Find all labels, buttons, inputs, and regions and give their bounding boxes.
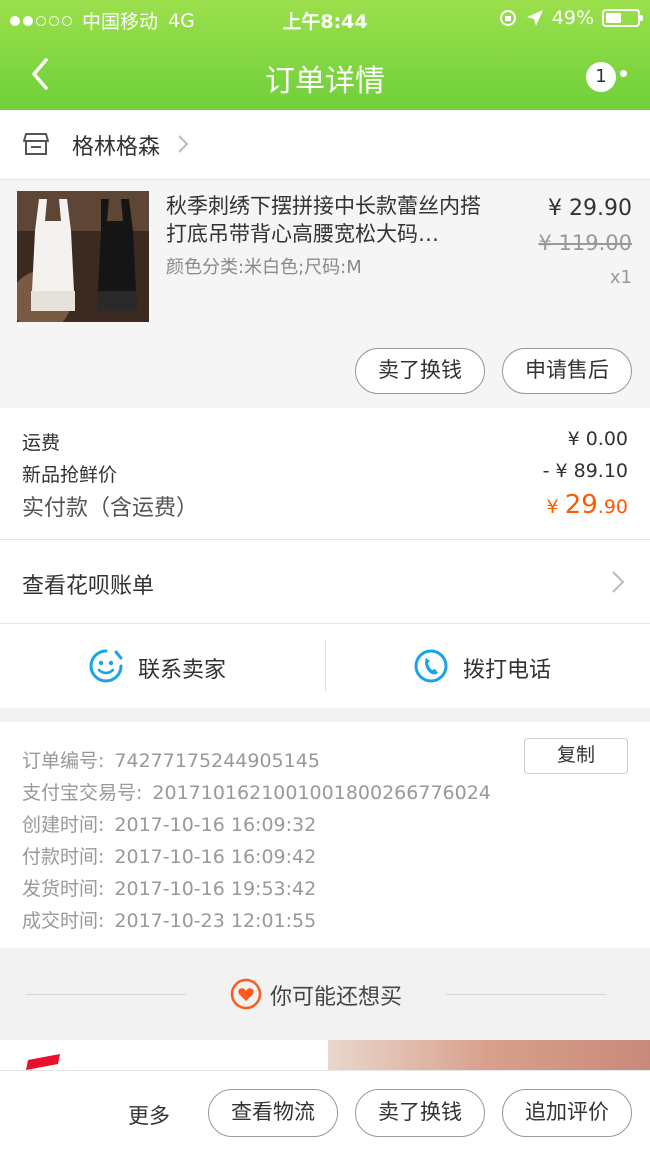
resell-button[interactable]: 卖了换钱 xyxy=(355,1089,485,1137)
copy-button[interactable]: 复制 xyxy=(524,738,628,774)
order-info: 订单编号: 74277175244905145 支付宝交易号: 2017101621… xyxy=(0,722,650,948)
alipay-trade-row: 支付宝交易号: 2017101621001001800266776024 xyxy=(22,778,491,805)
chevron-right-icon xyxy=(612,571,625,593)
call-phone-button[interactable]: 拨打电话 xyxy=(325,624,650,708)
more-button[interactable]: 更多 xyxy=(128,1100,170,1130)
page-title: 订单详情 xyxy=(265,64,385,99)
product-image[interactable] xyxy=(17,191,149,322)
discount-value: - ¥ 89.10 xyxy=(542,460,628,482)
divider xyxy=(446,994,606,995)
bottom-action-bar: 更多 查看物流 卖了换钱 追加评价 xyxy=(0,1070,650,1156)
more-options-button[interactable]: 1 xyxy=(586,62,630,92)
shipping-value: ¥ 0.00 xyxy=(567,428,628,450)
paid-time: 2017-10-16 16:09:42 xyxy=(114,846,317,868)
heart-icon xyxy=(230,978,262,1010)
info-label: 成交时间: xyxy=(22,910,105,932)
contact-bar: 联系卖家 拨打电话 xyxy=(0,624,650,708)
battery-level xyxy=(606,13,621,23)
fee-summary: 运费 ¥ 0.00 新品抢鲜价 - ¥ 89.10 实付款（含运费） ¥ 29.… xyxy=(0,408,650,540)
contact-seller-label: 联系卖家 xyxy=(138,658,227,683)
recommend-item[interactable] xyxy=(0,1040,322,1070)
shipping-label: 运费 xyxy=(22,432,61,454)
product-title[interactable]: 秋季刺绣下摆拼接中长款蕾丝内搭打底吊带背心高腰宽松大码… xyxy=(166,192,496,248)
add-review-button[interactable]: 追加评价 xyxy=(502,1089,632,1137)
shipped-time: 2017-10-16 19:53:42 xyxy=(114,878,317,900)
info-label: 支付宝交易号: xyxy=(22,782,143,804)
completed-time-row: 成交时间: 2017-10-23 12:01:55 xyxy=(22,906,316,933)
completed-time: 2017-10-23 12:01:55 xyxy=(114,910,317,932)
created-time-row: 创建时间: 2017-10-16 16:09:32 xyxy=(22,810,316,837)
status-bar: 中国移动 4G 上午8:44 49% xyxy=(0,0,650,38)
shipped-time-row: 发货时间: 2017-10-16 19:53:42 xyxy=(22,874,316,901)
order-number: 74277175244905145 xyxy=(114,750,320,772)
paid-amount: ¥ 29.90 xyxy=(547,490,628,520)
notification-badge: 1 xyxy=(586,62,616,92)
product-spec: 颜色分类:米白色;尺码:M xyxy=(166,257,362,278)
paid-time-row: 付款时间: 2017-10-16 16:09:42 xyxy=(22,842,316,869)
divider xyxy=(26,994,186,995)
huabei-bill-row[interactable]: 查看花呗账单 xyxy=(0,540,650,624)
orientation-lock-icon xyxy=(499,10,516,26)
info-label: 付款时间: xyxy=(22,846,105,868)
after-sales-button[interactable]: 申请售后 xyxy=(502,348,632,394)
shop-name: 格林格森 xyxy=(72,135,161,160)
order-number-row: 订单编号: 74277175244905145 xyxy=(22,746,320,773)
recommend-item[interactable] xyxy=(328,1040,650,1070)
paid-decimal: .90 xyxy=(597,496,628,518)
view-logistics-button[interactable]: 查看物流 xyxy=(208,1089,338,1137)
resell-button[interactable]: 卖了换钱 xyxy=(355,348,485,394)
discount-label: 新品抢鲜价 xyxy=(22,464,118,486)
call-phone-label: 拨打电话 xyxy=(463,658,552,683)
header: 中国移动 4G 上午8:44 49% 订单详情 1 xyxy=(0,0,650,110)
product-quantity: x1 xyxy=(609,267,632,288)
recommend-title: 你可能还想买 xyxy=(270,985,403,1010)
location-arrow-icon xyxy=(526,10,543,26)
info-label: 发货时间: xyxy=(22,878,105,900)
chat-face-icon xyxy=(89,649,123,683)
paid-label: 实付款（含运费） xyxy=(22,496,199,521)
original-price: ¥ 119.00 xyxy=(538,231,632,255)
chevron-right-icon xyxy=(178,135,189,153)
info-label: 订单编号: xyxy=(22,750,105,772)
battery-icon xyxy=(602,9,643,27)
alipay-trade-number: 2017101621001001800266776024 xyxy=(152,782,491,804)
product-price: ¥ 29.90 xyxy=(548,196,632,221)
store-icon xyxy=(23,133,49,155)
battery-percent: 49% xyxy=(551,7,594,29)
paid-integer: 29 xyxy=(564,490,598,520)
huabei-label: 查看花呗账单 xyxy=(22,574,155,599)
product-image xyxy=(26,1054,60,1070)
recommend-grid xyxy=(0,1040,650,1070)
paid-currency: ¥ xyxy=(546,496,565,518)
recommend-header: 你可能还想买 xyxy=(0,948,650,1040)
info-label: 创建时间: xyxy=(22,814,105,836)
phone-icon xyxy=(414,649,448,683)
created-time: 2017-10-16 16:09:32 xyxy=(114,814,317,836)
nav-bar: 订单详情 1 xyxy=(0,38,650,110)
shop-row[interactable]: 格林格森 xyxy=(0,110,650,180)
product-card: 秋季刺绣下摆拼接中长款蕾丝内搭打底吊带背心高腰宽松大码… 颜色分类:米白色;尺码… xyxy=(0,180,650,408)
contact-seller-button[interactable]: 联系卖家 xyxy=(0,624,325,708)
